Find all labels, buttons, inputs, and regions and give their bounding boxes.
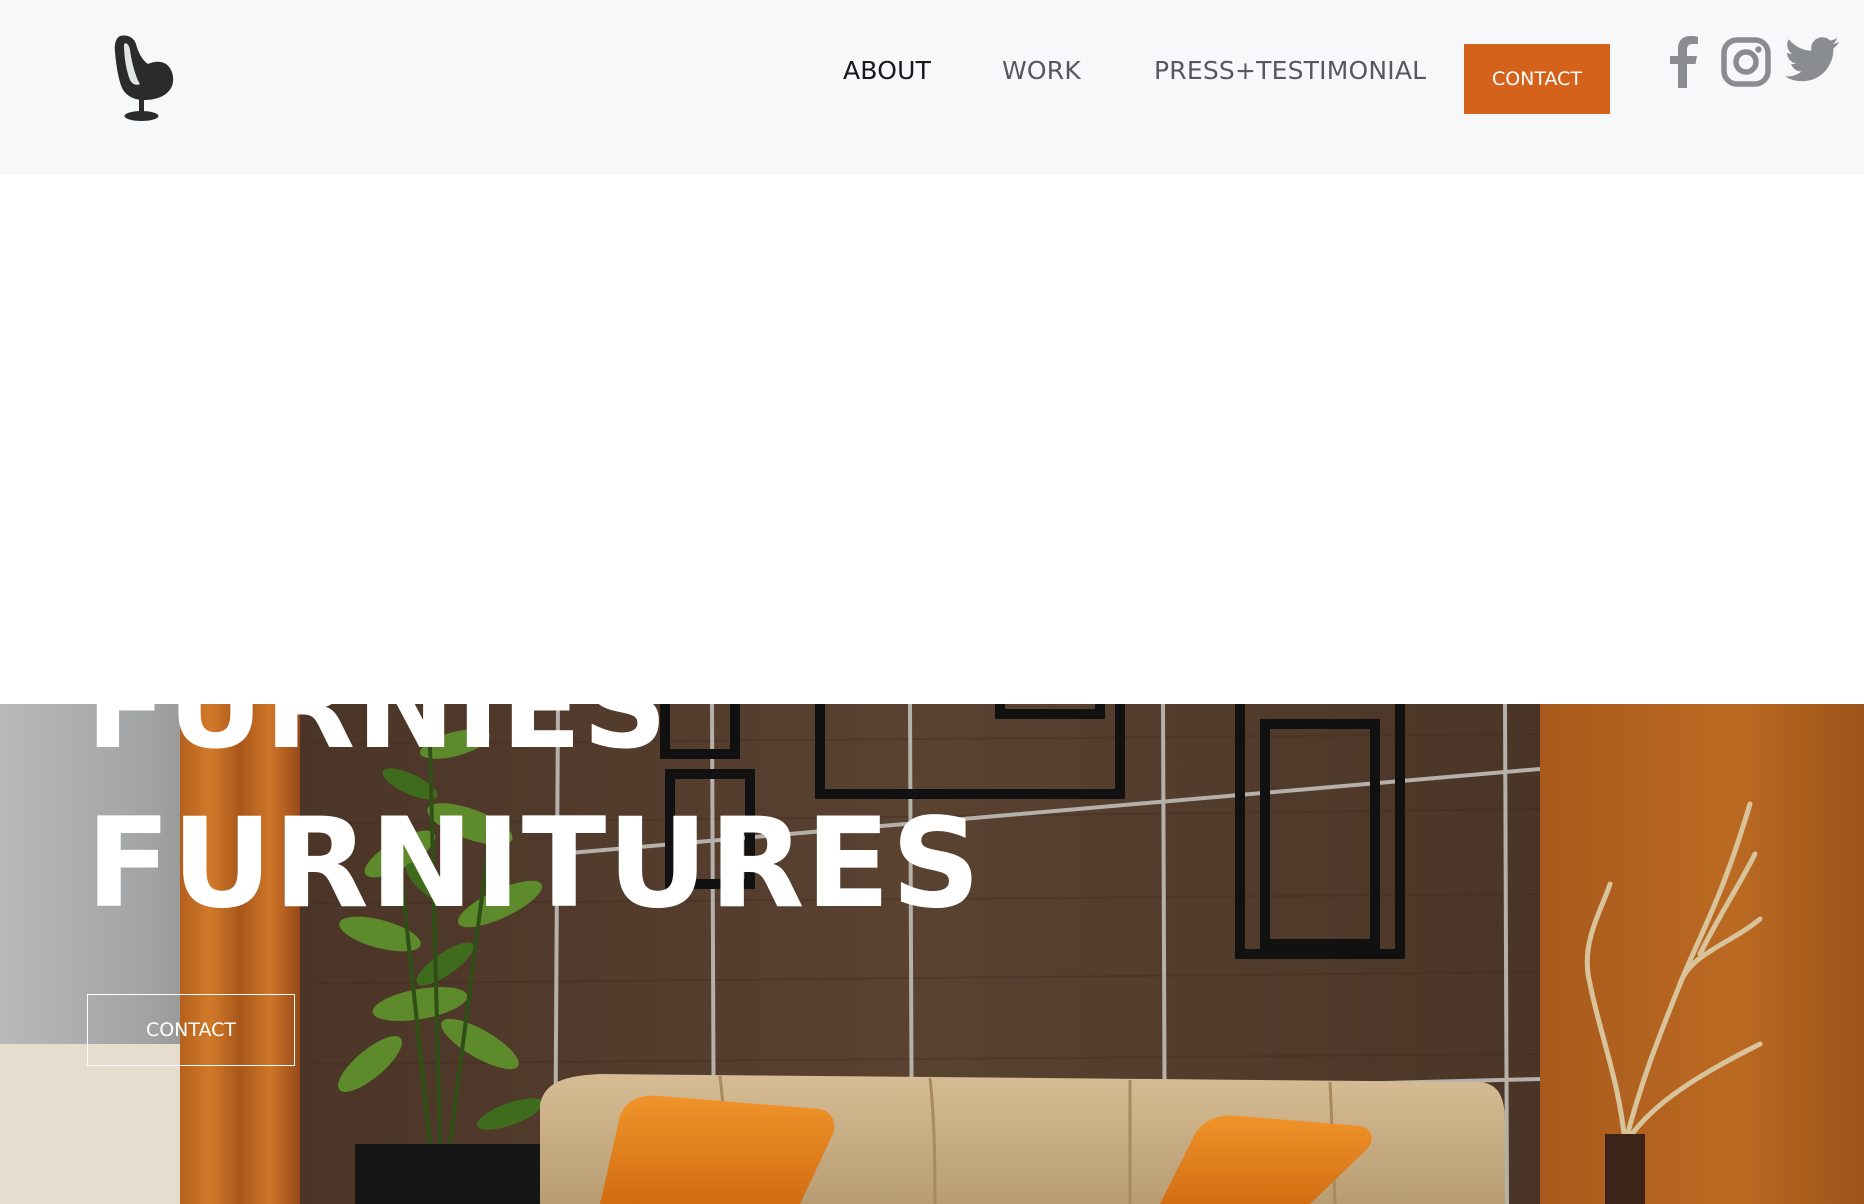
hero-headline-line-2: FURNITURES	[86, 792, 982, 936]
instagram-icon[interactable]	[1720, 36, 1772, 88]
site-header: ABOUT WORK PRESS+TESTIMONIAL CONTACT	[0, 0, 1864, 175]
hero-background-image	[0, 704, 1864, 1204]
nav-about[interactable]: ABOUT	[843, 56, 931, 86]
hero-headline-line-1: FURNIES	[86, 704, 669, 775]
facebook-icon[interactable]	[1664, 36, 1704, 88]
page: ABOUT WORK PRESS+TESTIMONIAL CONTACT FUR…	[0, 0, 1864, 1204]
egg-chair-icon[interactable]	[106, 34, 176, 124]
nav-press-testimonial[interactable]: PRESS+TESTIMONIAL	[1154, 56, 1426, 86]
hero-contact-button[interactable]: CONTACT	[87, 994, 295, 1066]
hero-section: FURNIES FURNITURES CONTACT	[0, 704, 1864, 1204]
twitter-icon[interactable]	[1784, 36, 1840, 88]
nav-work[interactable]: WORK	[1002, 56, 1081, 86]
header-contact-button[interactable]: CONTACT	[1464, 44, 1610, 114]
